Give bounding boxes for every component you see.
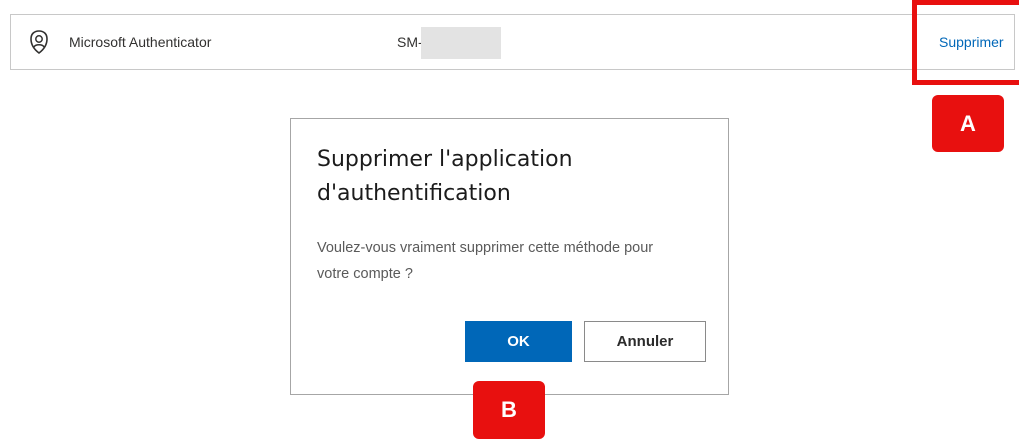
auth-method-row: Microsoft Authenticator SM- Supprimer <box>10 14 1015 70</box>
page: Microsoft Authenticator SM- Supprimer A … <box>0 0 1019 439</box>
confirm-delete-dialog: Supprimer l'application d'authentificati… <box>290 118 729 395</box>
callout-b: B <box>473 381 545 439</box>
method-name: Microsoft Authenticator <box>69 34 212 50</box>
redacted-value <box>421 27 501 59</box>
authenticator-lock-icon <box>27 29 51 55</box>
dialog-title: Supprimer l'application d'authentificati… <box>317 147 573 206</box>
method-detail: SM- <box>397 34 423 50</box>
highlight-box-a <box>912 0 1019 85</box>
callout-a: A <box>932 95 1004 152</box>
cancel-button[interactable]: Annuler <box>584 321 706 362</box>
dialog-message: Voulez-vous vraiment supprimer cette mét… <box>317 240 654 282</box>
ok-button[interactable]: OK <box>465 321 572 362</box>
